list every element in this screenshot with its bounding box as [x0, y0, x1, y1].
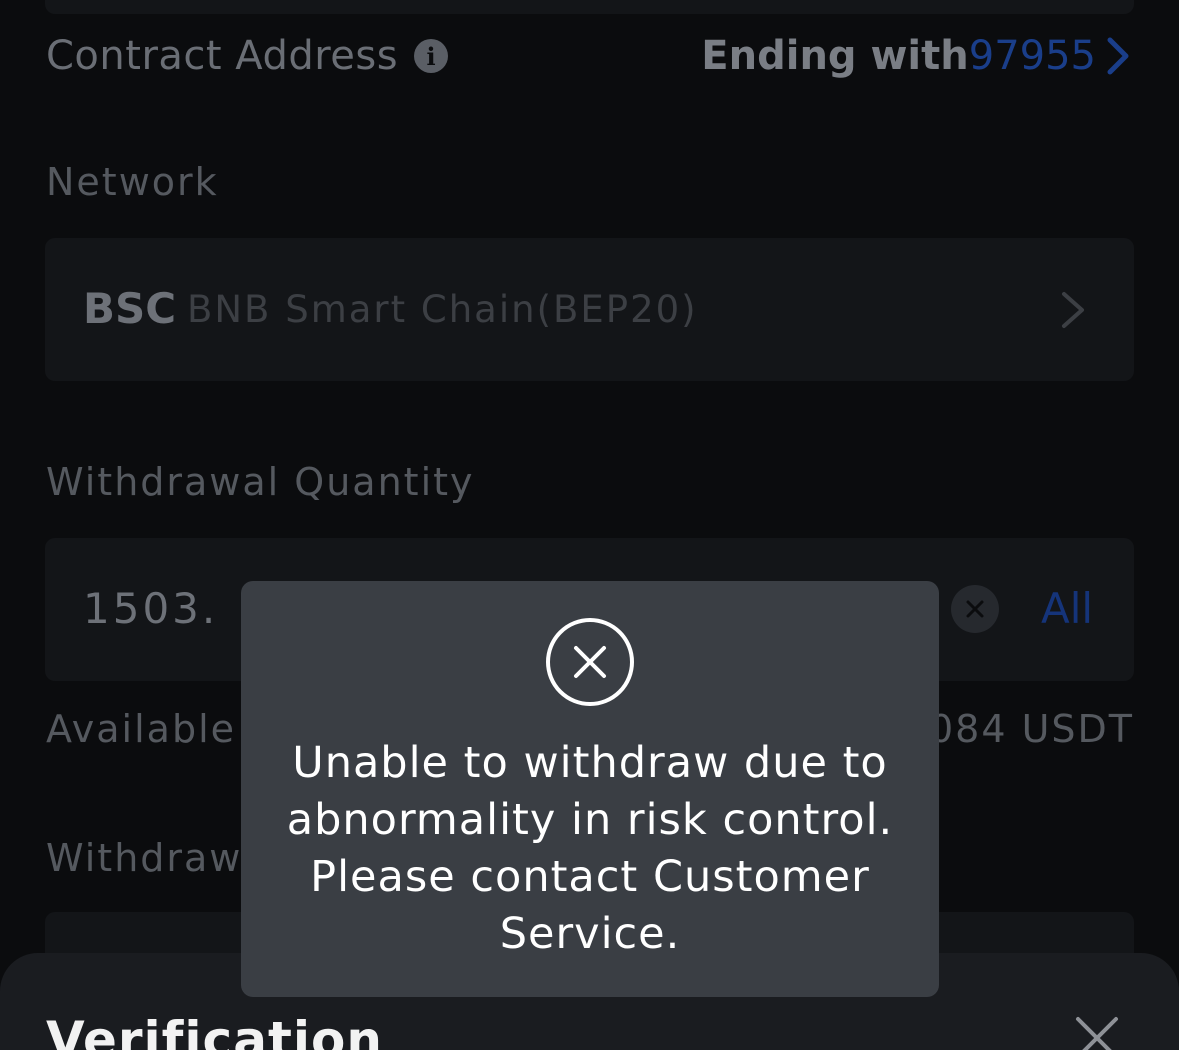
available-value: 084 USDT	[928, 707, 1134, 751]
contract-ending-value: 97955	[968, 33, 1096, 79]
sheet-title: Verification	[46, 1011, 383, 1050]
contract-address-left: Contract Address i	[46, 33, 449, 79]
contract-address-label: Contract Address	[46, 33, 399, 79]
error-toast: Unable to withdraw due to abnormality in…	[241, 581, 939, 997]
network-name: BNB Smart Chain(BEP20)	[187, 288, 698, 331]
contract-ending[interactable]: Ending with 97955	[701, 33, 1134, 79]
network-label: Network	[46, 160, 219, 204]
chevron-right-icon	[1062, 292, 1084, 328]
network-select[interactable]: BSC BNB Smart Chain(BEP20)	[45, 238, 1134, 381]
chevron-right-icon	[1107, 37, 1129, 75]
close-icon[interactable]	[1074, 1015, 1120, 1050]
error-x-icon	[546, 618, 634, 706]
clear-input-button[interactable]	[951, 585, 999, 633]
all-button[interactable]: All	[1041, 584, 1093, 633]
network-code: BSC	[83, 284, 177, 333]
withdrawal-label: Withdraw	[46, 836, 243, 880]
close-icon	[966, 600, 984, 618]
withdrawal-quantity-label: Withdrawal Quantity	[46, 460, 475, 504]
contract-address-row[interactable]: Contract Address i Ending with 97955	[46, 28, 1134, 84]
withdrawal-quantity-value: 1503.	[83, 584, 219, 633]
toast-message: Unable to withdraw due to abnormality in…	[286, 738, 894, 959]
previous-field-edge	[45, 0, 1134, 14]
available-label: Available	[46, 707, 237, 751]
contract-ending-label: Ending with	[701, 33, 969, 79]
withdraw-screen: Contract Address i Ending with 97955 Net…	[0, 0, 1179, 1050]
info-icon[interactable]: i	[414, 39, 449, 73]
